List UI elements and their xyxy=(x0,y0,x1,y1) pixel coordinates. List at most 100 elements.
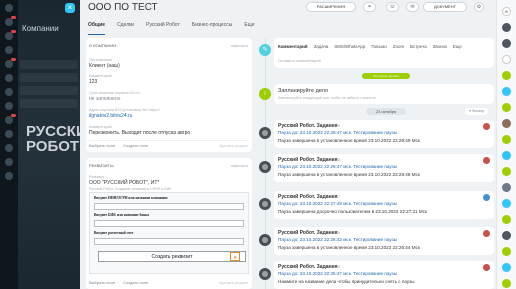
composer-tab-call[interactable]: Звонок xyxy=(433,44,447,49)
user-avatar xyxy=(483,123,490,130)
contact-avatar[interactable] xyxy=(502,263,511,272)
timeline-item[interactable]: Русский Робот. Задания 22:29 Пауза до: 2… xyxy=(259,120,494,148)
notifications-icon[interactable]: ✉ xyxy=(502,7,511,16)
avatar xyxy=(259,234,271,246)
contact-avatar[interactable] xyxy=(502,279,511,288)
contact-avatar[interactable] xyxy=(502,103,511,112)
item-link[interactable]: Пауза до: 23.10.2022 22:28:47 мск. Тести… xyxy=(278,164,397,169)
select-field-link[interactable]: Выбрать поле xyxy=(89,143,115,148)
user-avatar xyxy=(483,264,490,271)
composer-tab-more[interactable]: Еще xyxy=(453,44,462,49)
item-time: 22:25 xyxy=(330,264,341,269)
field-label: Срок лицензии портала b24.ru xyxy=(89,91,140,95)
phone-icon[interactable]: ☏ xyxy=(386,2,399,12)
item-text: Нажмите на название дела чтобы принудите… xyxy=(278,279,415,284)
filter-button[interactable]: ▾ Фильтр xyxy=(465,108,488,115)
composer-tab-sms[interactable]: SMS/WhatsApp xyxy=(334,44,365,49)
nav-icon[interactable] xyxy=(5,102,13,110)
composer-tab-comment[interactable]: Комментарий xyxy=(278,44,308,49)
robot-logo-icon: ▣ xyxy=(230,252,240,261)
contact-avatar[interactable] xyxy=(502,135,511,144)
contact-avatar[interactable] xyxy=(502,183,511,192)
close-icon[interactable]: × xyxy=(65,3,75,13)
composer-tab-zoom[interactable]: Zoom xyxy=(393,44,404,49)
account-input[interactable] xyxy=(94,238,244,245)
select-field-link[interactable]: Выбрать поле xyxy=(89,280,115,285)
tab-general[interactable]: Общие xyxy=(88,22,106,35)
contact-avatar[interactable] xyxy=(502,151,511,160)
nav-icon[interactable] xyxy=(5,74,13,82)
item-header: Русский Робот. Задания xyxy=(278,230,338,236)
nav-icon[interactable] xyxy=(5,130,13,138)
contact-avatar[interactable] xyxy=(502,199,511,208)
background-brand: Компании xyxy=(22,24,59,33)
item-link[interactable]: Пауза до: 23.10.2022 22:29:47 мск. Тести… xyxy=(278,130,397,135)
nav-icon[interactable] xyxy=(5,88,13,96)
contact-avatar[interactable] xyxy=(502,247,511,256)
timeline-item[interactable]: Русский Робот. Задания 22:25 Пауза до: 2… xyxy=(259,261,494,289)
date-separator: 23 октября xyxy=(366,108,406,115)
tab-russian-robot[interactable]: Русский Робот xyxy=(146,22,180,32)
create-field-link[interactable]: Создать поле xyxy=(123,143,148,148)
contact-avatar[interactable] xyxy=(502,215,511,224)
nav-icon[interactable] xyxy=(5,46,13,54)
tab-business-processes[interactable]: Бизнес-процессы xyxy=(192,22,233,32)
todo-card[interactable]: i Запланируйте дело Запланируйте следующ… xyxy=(259,84,494,104)
nav-icon[interactable] xyxy=(5,172,13,180)
form-row-label: Введите расчетный счет xyxy=(94,231,134,235)
document-button[interactable]: ДОКУМЕНТ xyxy=(423,2,467,12)
mail-icon[interactable]: ✉ xyxy=(406,2,419,12)
nav-icon[interactable] xyxy=(5,58,16,68)
timeline-item[interactable]: Русский Робот. Задания 22:26 Пауза до: 2… xyxy=(259,227,494,255)
nav-icon[interactable] xyxy=(5,114,16,124)
item-text: Пауза завершена в установленное время 23… xyxy=(278,138,420,143)
timeline-item[interactable]: Русский Робот. Задания 22:27 Пауза до: 2… xyxy=(259,191,494,219)
phone-icon[interactable] xyxy=(502,39,511,48)
menu-icon[interactable] xyxy=(5,4,13,12)
background-banner-text: РУССКИЙ РОБОТ xyxy=(26,123,80,155)
field-value[interactable]: Клиент (наш) xyxy=(89,63,120,69)
contact-avatar[interactable] xyxy=(502,87,511,96)
gear-icon[interactable]: ⚙ xyxy=(474,2,484,12)
contact-avatar[interactable] xyxy=(502,231,511,240)
timeline-item[interactable]: Русский Робот. Задания 22:28 Пауза до: 2… xyxy=(259,154,494,182)
bik-input[interactable] xyxy=(94,220,244,227)
link-icon[interactable]: ⚭ xyxy=(363,2,376,12)
contact-avatar[interactable] xyxy=(502,119,511,128)
composer-tab-meeting[interactable]: Встреча xyxy=(410,44,427,49)
item-link[interactable]: Пауза до: 23.10.2022 22:25:47 мск. Тести… xyxy=(278,271,397,276)
left-rail xyxy=(0,0,18,289)
contact-avatar[interactable] xyxy=(502,71,511,80)
create-requisite-button[interactable]: Создать реквизит xyxy=(98,251,246,262)
composer-tab-email[interactable]: Письмо xyxy=(371,44,387,49)
section-edit-link[interactable]: изменить xyxy=(231,43,248,48)
field-value[interactable]: не заполнено xyxy=(89,96,120,102)
field-value[interactable]: 123 xyxy=(89,79,97,85)
item-link[interactable]: Пауза до: 23.10.2022 22:27:49 мск. Тести… xyxy=(278,201,397,206)
field-label: Комментарий xyxy=(89,74,112,78)
extensions-button[interactable]: РАСШИРЕНИЯ xyxy=(306,2,356,12)
nav-icon[interactable] xyxy=(5,30,16,40)
contact-avatar[interactable] xyxy=(502,167,511,176)
item-time: 22:26 xyxy=(330,230,341,235)
field-value[interactable]: Перезвонить. Выходит после отпуска авгро xyxy=(89,130,190,136)
chat-icon[interactable] xyxy=(502,23,511,32)
nav-icon[interactable] xyxy=(5,144,13,152)
composer-tab-task[interactable]: Задача xyxy=(314,44,329,49)
tab-deals[interactable]: Сделки xyxy=(117,22,134,32)
nav-icon[interactable] xyxy=(5,16,16,26)
create-field-link[interactable]: Создать поле xyxy=(123,280,148,285)
inn-input[interactable] xyxy=(94,203,244,210)
field-value-link[interactable]: ilgnatov2.bitrix24.ru xyxy=(89,113,132,119)
requisite-company[interactable]: ООО "РУССКИЙ РОБОТ", ИТ* xyxy=(89,180,159,186)
delete-section-link[interactable]: Удалить раздел xyxy=(219,280,248,285)
nav-icon[interactable] xyxy=(5,158,13,166)
section-edit-link[interactable]: изменить xyxy=(231,163,248,168)
delete-section-link[interactable]: Удалить раздел xyxy=(219,143,248,148)
item-link[interactable]: Пауза до: 23.10.2022 22:26:42 мск. Тести… xyxy=(278,237,397,242)
comment-input[interactable]: Оставьте комментарий xyxy=(278,58,321,63)
tab-more[interactable]: Еще xyxy=(244,22,254,32)
edit-title-icon[interactable]: ✎ ☆ xyxy=(144,5,154,11)
search-icon[interactable] xyxy=(502,55,511,64)
avatar xyxy=(259,268,271,280)
